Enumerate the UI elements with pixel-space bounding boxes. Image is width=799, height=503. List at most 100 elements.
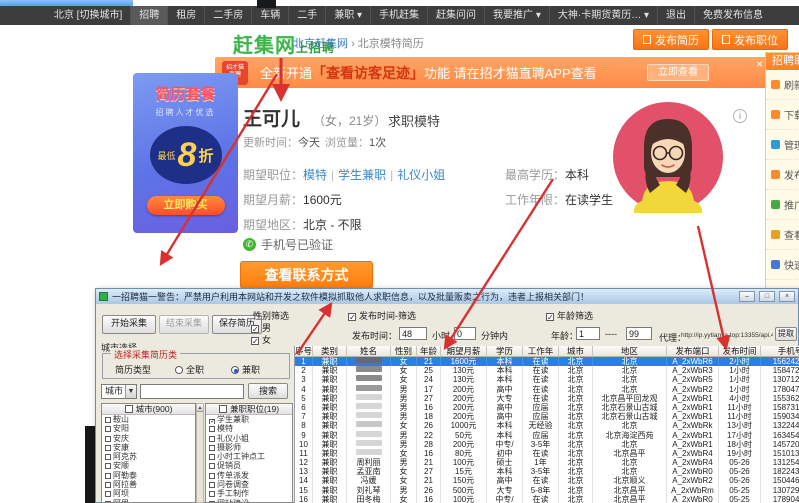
city-list-item[interactable]: 安康 [102, 443, 195, 452]
city-list-item[interactable]: 阿勒泰 [102, 471, 195, 480]
city-list-item[interactable]: 阿拉善 [102, 480, 195, 489]
maximize-button[interactable]: □ [759, 291, 775, 302]
buy-now-button[interactable]: 立即购买 [146, 196, 225, 215]
table-row[interactable]: 2兼职女25130元本科在读北京北京A_2xWbR31小时15847235 [295, 366, 799, 376]
city-list-item[interactable]: 安庆 [102, 434, 195, 443]
helper-panel-item[interactable]: 管理职位 [766, 130, 799, 160]
city-all-checkbox-icon[interactable] [124, 405, 133, 413]
helper-panel-item[interactable]: 下载简历 [766, 100, 799, 130]
table-row[interactable]: 1兼职女211600元本科在读北京北京A_2xWbR62小时15624276 [295, 357, 799, 367]
category-checkbox-icon[interactable] [209, 444, 215, 451]
window-titlebar[interactable]: 一招聘猫一警告：严禁用户利用本网站和开发之软件模拟抓取他人求职信息，以及批量贩卖… [96, 289, 798, 304]
city-dropdown[interactable]: 城市 ▼ [101, 384, 137, 399]
city-list-scrollbar[interactable]: ▲ [196, 403, 204, 503]
age-filter-checkbox[interactable]: 年龄筛选 [546, 309, 593, 322]
nav-item[interactable]: 租房 [167, 6, 204, 25]
nav-item[interactable]: 退出 [657, 6, 694, 25]
table-header-cell[interactable]: 年龄 [417, 346, 441, 357]
city-list-item[interactable]: 阿里 [102, 499, 195, 502]
nav-item[interactable]: 手机赶集 [370, 6, 427, 25]
category-checkbox-icon[interactable] [209, 482, 215, 489]
search-button[interactable]: 搜索 [248, 383, 288, 399]
category-list-header[interactable]: 兼职职位(19) [206, 404, 292, 415]
table-header-cell[interactable]: 地区 [593, 346, 667, 357]
table-header-cell[interactable]: 序号 [295, 346, 313, 357]
nav-item[interactable]: 二手房 [204, 6, 251, 25]
table-header-cell[interactable]: 期望月薪 [441, 346, 487, 357]
table-row[interactable]: 8兼职女261000元本科无经验北京北京A_2xWbRk13小时13224442 [295, 421, 799, 431]
table-header-cell[interactable]: 发布端口 [667, 346, 719, 357]
table-row[interactable]: 7 兼职 男 18 200元 高中 应届 北京 北京石景山古城 A_2xWbR1 11小时 15903… [295, 412, 799, 422]
table-header-cell[interactable]: 姓名 [347, 346, 391, 357]
age-to-input[interactable] [626, 327, 652, 340]
helper-panel-item[interactable]: 刷新职位 [766, 70, 799, 100]
city-list-item[interactable]: 阿克苏 [102, 452, 195, 461]
post-resume-button[interactable]: 发布简历 [633, 29, 709, 50]
category-checkbox-icon[interactable] [209, 454, 215, 461]
table-header-cell[interactable]: 性别 [391, 346, 417, 357]
city-list-header[interactable]: 城市(900) [102, 404, 195, 415]
table-row[interactable]: 13 兼职 孟亚南女 27 15元 本科 3-5年 北京 北京 A_2xWbR0 05-26 1822… [295, 467, 799, 477]
category-list-item[interactable]: 摄影师 [206, 443, 292, 452]
table-header-cell[interactable]: 工作年 [523, 346, 559, 357]
city-checkbox-icon[interactable] [105, 463, 111, 470]
city-checkbox-icon[interactable] [105, 426, 111, 433]
time-filter-checkbox[interactable]: 发布时间-筛选 [348, 309, 416, 322]
helper-panel-item[interactable]: 查看简历 [766, 220, 799, 250]
table-row[interactable]: 12 兼职 周利丽男 21 100元 硕士 1年 北京 北京 A_2xWbR4 05-26 13125… [295, 458, 799, 468]
table-row[interactable]: 6 兼职 男 16 200元 高中 应届 北京 北京石景山古城 A_2xWbR1 11小时 15873… [295, 402, 799, 413]
fulltime-radio[interactable]: 全职 [175, 363, 204, 376]
city-checkbox-icon[interactable] [105, 417, 111, 423]
expected-job-link[interactable]: 学生兼职 [338, 168, 386, 182]
category-list-item[interactable]: 传单派发 [206, 471, 292, 480]
breadcrumb-site-link[interactable]: 北京赶集网 [293, 38, 348, 50]
city-checkbox-icon[interactable] [105, 444, 111, 451]
category-list-item[interactable]: 模特 [206, 424, 292, 433]
city-list-item[interactable]: 安阳 [102, 424, 195, 433]
table-header-cell[interactable]: 城市 [559, 346, 593, 357]
helper-panel-item[interactable]: 发布职位 [766, 160, 799, 190]
table-header-cell[interactable]: 类别 [313, 346, 347, 357]
parttime-radio[interactable]: 兼职 [231, 363, 260, 376]
table-row[interactable]: 5 兼职 男 27 200元 大专 在读 北京 北京昌平回龙观 A_2xWbR1 4小时 155362… [295, 393, 799, 403]
category-listbox[interactable]: 兼职职位(19) 学生兼职模特礼仪小姐摄影师小时工钟点工促销员传单派发问卷调查手… [205, 403, 293, 503]
category-all-checkbox-icon[interactable] [218, 405, 227, 413]
info-icon[interactable]: i [733, 109, 747, 123]
resume-table[interactable]: 序号类别姓名性别年龄期望月薪学历工作年城市地区发布端口发布时间手机号 1兼职女2… [294, 346, 799, 503]
nav-item[interactable]: 我要推广 ▾ [484, 6, 549, 25]
city-list-item[interactable]: 安顺 [102, 461, 195, 470]
table-row[interactable]: 4兼职男17200元高中在读北京北京A_2xWbR21小时17804721 [295, 384, 799, 394]
expected-job-link[interactable]: 模特 [303, 168, 327, 182]
banner-close-icon[interactable]: × [756, 57, 763, 71]
banner-view-button[interactable]: 立即查看 [647, 64, 709, 81]
age-from-input[interactable] [576, 327, 600, 340]
category-list-item[interactable]: 学生兼职 [206, 415, 292, 425]
city-listbox[interactable]: 城市(900) 鞍山安阳安庆安康阿克苏安顺阿勒泰阿拉善阿坝阿里阿拉尔澳门 [101, 403, 196, 503]
category-checkbox-icon[interactable] [209, 426, 215, 433]
category-list-item[interactable]: 小时工钟点工 [206, 452, 292, 461]
category-checkbox-icon[interactable] [209, 463, 215, 470]
category-checkbox-icon[interactable] [209, 491, 215, 498]
category-list-item[interactable]: 促销员 [206, 461, 292, 470]
nav-item[interactable]: 车辆 [251, 6, 288, 25]
category-checkbox-icon[interactable] [209, 435, 215, 442]
expected-job-link[interactable]: 礼仪小姐 [397, 168, 445, 182]
table-row[interactable]: 3兼职女24130元本科在读北京北京A_2xWbR51小时13071278 [295, 375, 799, 385]
table-row[interactable]: 9兼职 男2250元本科应届北京北京海淀西苑A_2xWbR117小时1634549… [295, 430, 799, 440]
view-contact-button[interactable]: 查看联系方式 [240, 261, 373, 289]
proxy-fetch-button[interactable]: 提取 [775, 327, 797, 341]
start-collect-button[interactable]: 开始采集 [102, 315, 156, 334]
nav-item[interactable]: 招聘 [130, 6, 168, 25]
city-checkbox-icon[interactable] [105, 435, 111, 442]
table-header-cell[interactable]: 发布时间 [719, 346, 761, 357]
city-checkbox-icon[interactable] [105, 491, 111, 498]
city-checkbox-icon[interactable] [105, 472, 111, 479]
search-input[interactable] [140, 384, 244, 399]
table-row[interactable]: 15 兼职 刘礼琴男 26 500元 大专 5-8年 北京 北京昌平 A_2xWbRm 05-25 1… [295, 485, 799, 495]
nav-item[interactable]: 大神·卡期货黄历… ▾ [548, 6, 657, 25]
nav-item[interactable]: 免费发布信息 [694, 6, 771, 25]
helper-panel-item[interactable]: 快速招聘 [766, 250, 799, 280]
close-button[interactable]: × [779, 291, 795, 302]
nav-item[interactable]: 北京 [切换城市] [46, 6, 130, 25]
city-list-item[interactable]: 阿坝 [102, 489, 195, 498]
